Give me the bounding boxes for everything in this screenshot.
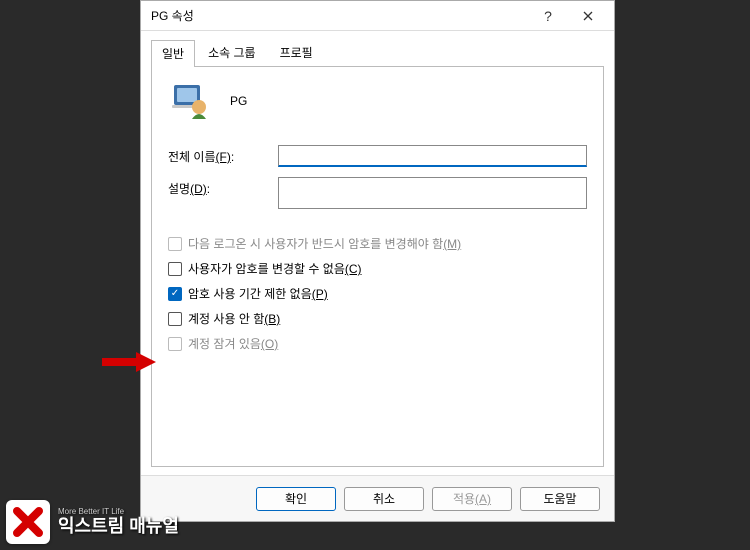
help-button[interactable]: 도움말	[520, 487, 600, 511]
account-locked-label: 계정 잠겨 있음(O)	[188, 335, 278, 352]
logo-badge-icon	[6, 500, 50, 544]
full-name-input[interactable]	[278, 145, 587, 167]
must-change-password-label: 다음 로그온 시 사용자가 반드시 암호를 변경해야 함(M)	[188, 235, 461, 252]
button-bar: 확인 취소 적용(A) 도움말	[141, 475, 614, 521]
full-name-label: 전체 이름(F):	[168, 145, 278, 165]
must-change-password-checkbox[interactable]	[168, 237, 182, 251]
help-titlebar-button[interactable]: ?	[528, 5, 568, 27]
cannot-change-password-label: 사용자가 암호를 변경할 수 없음(C)	[188, 260, 362, 277]
dialog-title: PG 속성	[151, 7, 528, 24]
account-locked-row[interactable]: 계정 잠겨 있음(O)	[168, 335, 587, 352]
tab-content: PG 전체 이름(F): 설명(D): 다음 로그온 시 사용자가 반드시 암호…	[151, 67, 604, 467]
cannot-change-password-row[interactable]: 사용자가 암호를 변경할 수 없음(C)	[168, 260, 587, 277]
full-name-row: 전체 이름(F):	[168, 145, 587, 167]
tab-profile[interactable]: 프로필	[269, 39, 324, 66]
cannot-change-password-checkbox[interactable]	[168, 262, 182, 276]
tab-groups[interactable]: 소속 그룹	[197, 39, 267, 66]
tab-general[interactable]: 일반	[151, 40, 195, 67]
properties-dialog: PG 속성 ? 일반 소속 그룹 프로필 PG 전체 이름(F):	[140, 0, 615, 522]
description-label: 설명(D):	[168, 177, 278, 197]
never-expires-label: 암호 사용 기간 제한 없음(P)	[188, 285, 328, 302]
must-change-password-row[interactable]: 다음 로그온 시 사용자가 반드시 암호를 변경해야 함(M)	[168, 235, 587, 252]
tab-strip: 일반 소속 그룹 프로필	[151, 39, 604, 67]
never-expires-row[interactable]: ✓ 암호 사용 기간 제한 없음(P)	[168, 285, 587, 302]
titlebar: PG 속성 ?	[141, 1, 614, 31]
account-locked-checkbox[interactable]	[168, 337, 182, 351]
logo-text: More Better IT Life 익스트림 매뉴얼	[58, 508, 179, 537]
ok-button[interactable]: 확인	[256, 487, 336, 511]
user-name: PG	[230, 94, 247, 108]
user-header: PG	[168, 81, 587, 121]
tab-area: 일반 소속 그룹 프로필	[141, 31, 614, 67]
apply-button[interactable]: 적용(A)	[432, 487, 512, 511]
user-icon	[168, 81, 212, 121]
description-row: 설명(D):	[168, 177, 587, 209]
account-disabled-row[interactable]: 계정 사용 안 함(B)	[168, 310, 587, 327]
cancel-button[interactable]: 취소	[344, 487, 424, 511]
close-button[interactable]	[568, 5, 608, 27]
watermark-logo: More Better IT Life 익스트림 매뉴얼	[6, 500, 179, 544]
never-expires-checkbox[interactable]: ✓	[168, 287, 182, 301]
account-disabled-label: 계정 사용 안 함(B)	[188, 310, 280, 327]
description-input[interactable]	[278, 177, 587, 209]
account-disabled-checkbox[interactable]	[168, 312, 182, 326]
close-icon	[583, 11, 593, 21]
